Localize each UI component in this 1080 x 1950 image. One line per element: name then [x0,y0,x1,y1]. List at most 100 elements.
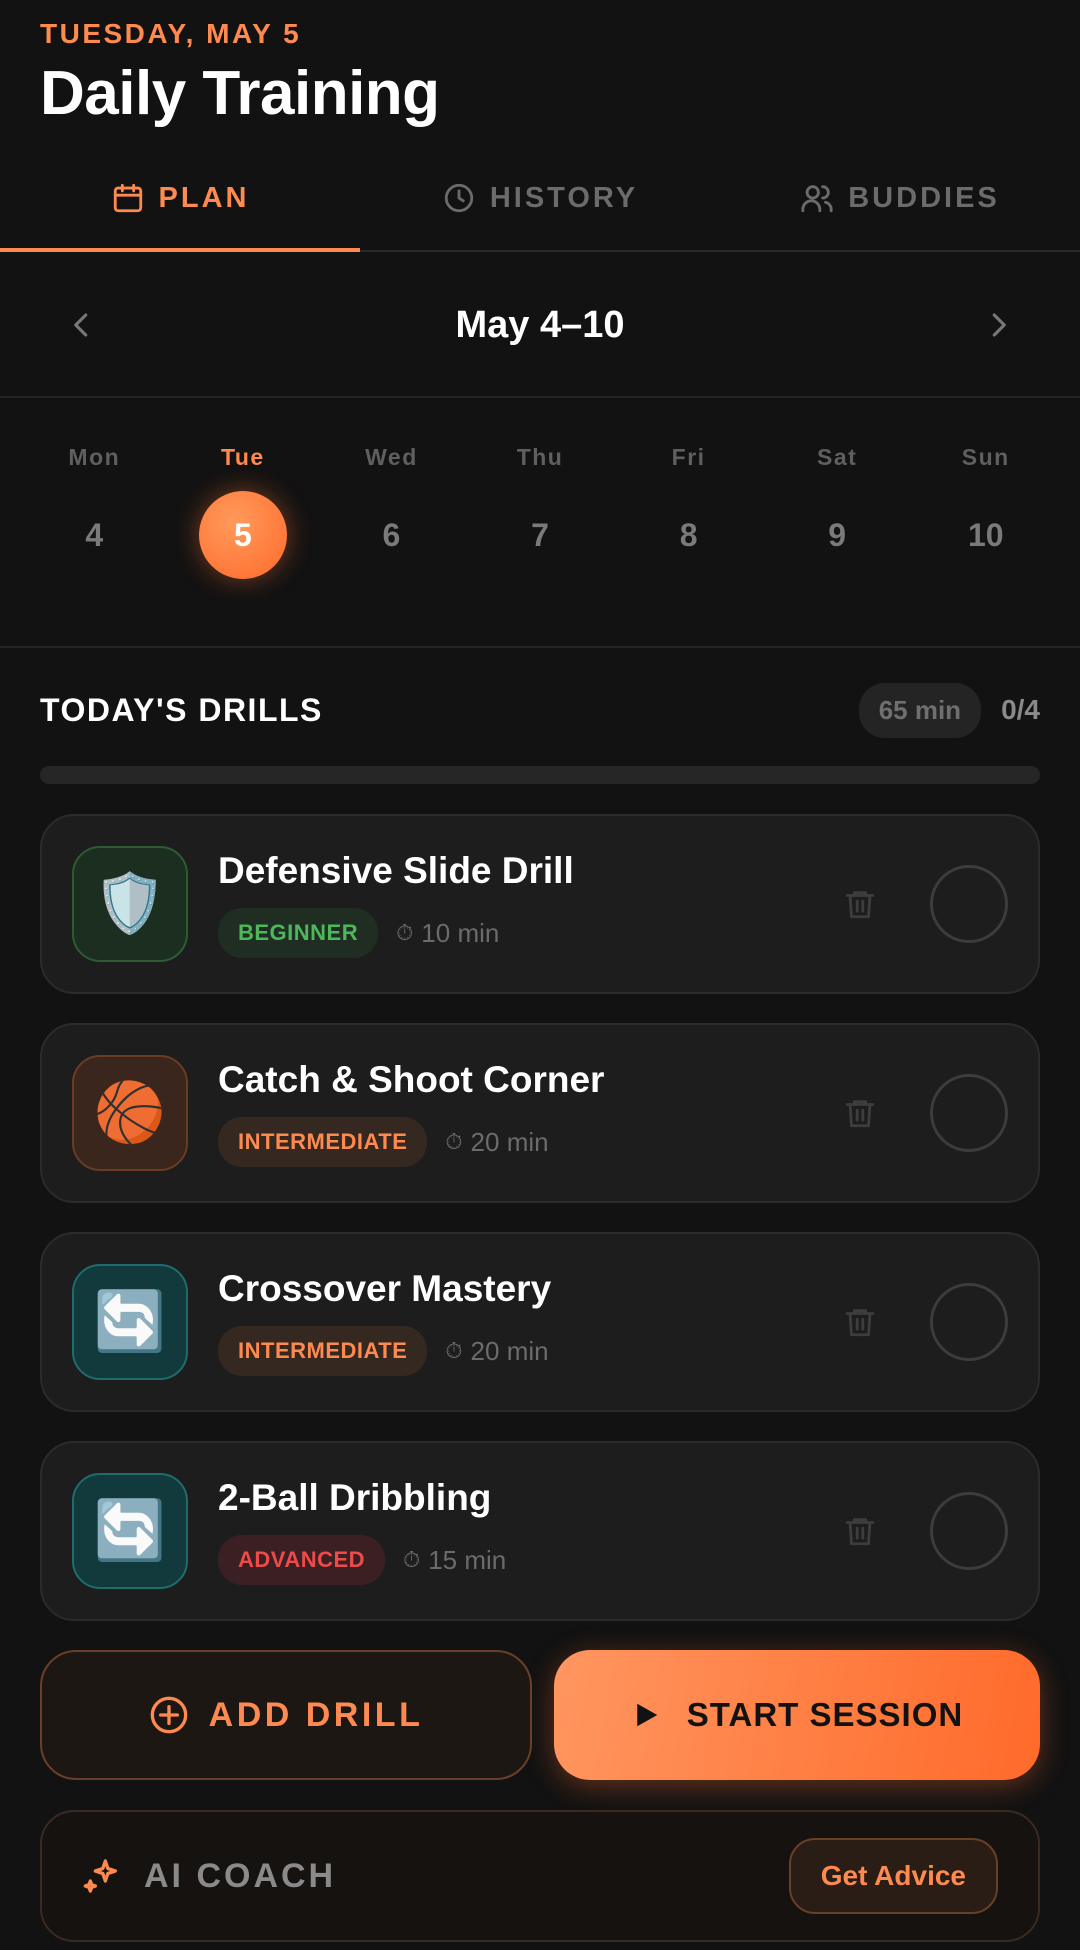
day-name: Wed [365,444,418,470]
calendar-icon [113,183,142,213]
drill-duration: ⏱ 15 min [403,1545,506,1576]
chevron-right-icon [992,313,1006,337]
drills-header: TODAY'S DRILLS 65 min 0/4 [40,680,1040,740]
day-number: 7 [531,516,549,553]
drill-duration: ⏱ 10 min [396,918,499,949]
level-badge: INTERMEDIATE [218,1117,428,1167]
day-number: 9 [828,516,847,553]
page-title: Daily Training [40,59,440,128]
complete-drill-checkbox[interactable] [930,865,1008,943]
sparkles-icon [83,1859,118,1893]
plus-circle-icon [150,1696,187,1734]
drill-duration-value: 10 min [421,917,500,948]
drill-title: Crossover Mastery [218,1268,552,1309]
day-number: 8 [679,516,698,553]
day-name: Fri [671,444,706,470]
day-sun[interactable]: Sun 10 [911,400,1060,646]
drill-card[interactable]: 🏀 Catch & Shoot Corner INTERMEDIATE ⏱ 20… [40,1023,1040,1203]
timer-icon: ⏱ [445,1129,463,1154]
tab-history[interactable]: HISTORY [360,146,720,250]
trash-icon [845,891,875,919]
delete-drill-button[interactable] [830,1292,890,1352]
complete-drill-checkbox[interactable] [930,1283,1008,1361]
tab-plan[interactable]: PLAN [0,146,360,252]
drill-meta: ADVANCED ⏱ 15 min [218,1535,830,1585]
drill-meta: INTERMEDIATE ⏱ 20 min [218,1117,830,1167]
daily-training-screen: TUESDAY, MAY 5 Daily Training PLAN HISTO… [0,0,1080,1950]
drill-card[interactable]: 🔄 2-Ball Dribbling ADVANCED ⏱ 15 min [40,1441,1040,1621]
drill-body: 2-Ball Dribbling ADVANCED ⏱ 15 min [218,1477,830,1585]
week-navigator: May 4–10 [0,254,1080,398]
ai-coach-panel: AI COACH Get Advice [40,1810,1040,1942]
start-session-label: START SESSION [686,1696,964,1733]
users-icon [801,185,833,213]
repeat-arrows-icon: 🔄 [72,1473,188,1589]
section-divider [0,646,1080,648]
timer-icon: ⏱ [403,1547,421,1572]
start-session-button[interactable]: START SESSION [554,1650,1040,1780]
basketball-icon: 🏀 [72,1055,188,1171]
tab-bar: PLAN HISTORY BUDDIES [0,146,1080,252]
day-name: Mon [68,444,121,470]
progress-bar [40,766,1040,784]
drill-duration-value: 20 min [470,1335,549,1366]
tab-buddies[interactable]: BUDDIES [720,146,1080,250]
clock-icon [444,183,474,213]
add-drill-button[interactable]: ADD DRILL [40,1650,532,1780]
trash-icon [845,1309,875,1337]
drill-body: Crossover Mastery INTERMEDIATE ⏱ 20 min [218,1268,830,1376]
drill-duration-value: 20 min [470,1126,549,1157]
drill-list: 🛡️ Defensive Slide Drill BEGINNER ⏱ 10 m… [40,814,1040,1650]
delete-drill-button[interactable] [830,874,890,934]
level-badge: INTERMEDIATE [218,1326,428,1376]
action-buttons: ADD DRILL START SESSION [40,1650,1040,1780]
day-number: 10 [967,516,1004,553]
day-name: Tue [221,444,265,470]
drill-title: 2-Ball Dribbling [218,1477,492,1518]
timer-icon: ⏱ [396,920,414,945]
drill-title: Defensive Slide Drill [218,850,574,891]
section-title: TODAY'S DRILLS [40,691,323,728]
chevron-left-icon [74,313,88,337]
complete-drill-checkbox[interactable] [930,1492,1008,1570]
day-mon[interactable]: Mon 4 [20,400,169,646]
complete-drill-checkbox[interactable] [930,1074,1008,1152]
day-sat[interactable]: Sat 9 [763,400,912,646]
previous-week-button[interactable] [60,303,104,347]
drill-body: Catch & Shoot Corner INTERMEDIATE ⏱ 20 m… [218,1059,830,1167]
repeat-arrows-icon: 🔄 [72,1264,188,1380]
day-number-selected: 5 [198,491,287,579]
tab-history-label: HISTORY [489,181,639,214]
drill-meta: INTERMEDIATE ⏱ 20 min [218,1326,830,1376]
level-badge: BEGINNER [218,908,379,958]
day-name: Sat [817,444,858,470]
day-tue[interactable]: Tue 5 [169,400,318,646]
delete-drill-button[interactable] [830,1083,890,1143]
drill-title: Catch & Shoot Corner [218,1059,605,1100]
tab-buddies-label: BUDDIES [848,181,1000,214]
drill-card[interactable]: 🛡️ Defensive Slide Drill BEGINNER ⏱ 10 m… [40,814,1040,994]
timer-icon: ⏱ [445,1338,463,1363]
tab-plan-label: PLAN [158,181,250,214]
week-range-title: May 4–10 [455,303,625,346]
day-name: Thu [516,444,564,470]
drills-meta: 65 min 0/4 [858,682,1040,738]
get-advice-button[interactable]: Get Advice [788,1838,998,1914]
progress-count: 0/4 [1001,694,1040,725]
delete-drill-button[interactable] [830,1501,890,1561]
add-drill-label: ADD DRILL [208,1695,424,1734]
level-badge: ADVANCED [218,1535,386,1585]
next-week-button[interactable] [976,303,1020,347]
drill-duration: ⏱ 20 min [445,1336,548,1367]
header: TUESDAY, MAY 5 Daily Training [40,18,440,129]
drill-duration-value: 15 min [428,1544,507,1575]
day-number: 6 [382,516,401,553]
shield-icon: 🛡️ [72,846,188,962]
day-fri[interactable]: Fri 8 [614,400,763,646]
drill-meta: BEGINNER ⏱ 10 min [218,908,830,958]
day-number: 4 [85,516,104,553]
drill-body: Defensive Slide Drill BEGINNER ⏱ 10 min [218,850,830,958]
day-thu[interactable]: Thu 7 [466,400,615,646]
drill-card[interactable]: 🔄 Crossover Mastery INTERMEDIATE ⏱ 20 mi… [40,1232,1040,1412]
day-wed[interactable]: Wed 6 [317,400,466,646]
